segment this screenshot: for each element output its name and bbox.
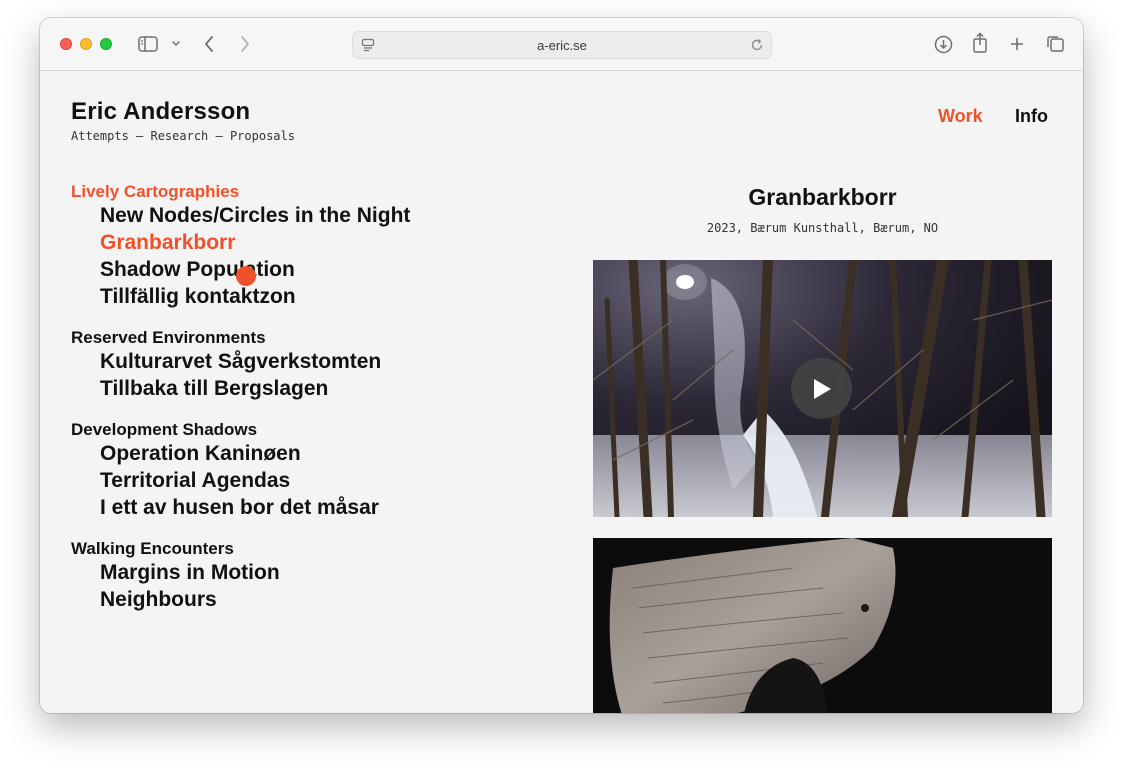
project-video[interactable]	[593, 260, 1052, 517]
chevron-left-icon[interactable]	[200, 33, 218, 55]
menu-group-lively-cartographies: Lively Cartographies New Nodes/Circles i…	[71, 182, 551, 310]
web-page: Eric Andersson Attempts – Research – Pro…	[40, 72, 1083, 713]
project-menu: Lively Cartographies New Nodes/Circles i…	[71, 182, 551, 631]
nav-info-link[interactable]: Info	[1015, 106, 1048, 127]
menu-group-walking-encounters: Walking Encounters Margins in Motion Nei…	[71, 539, 551, 613]
chevron-down-icon[interactable]	[170, 33, 182, 55]
menu-item-margins-in-motion[interactable]: Margins in Motion	[100, 559, 551, 586]
sidebar-icon[interactable]	[137, 33, 159, 55]
nav-work-link[interactable]: Work	[938, 106, 983, 127]
menu-group-development-shadows: Development Shadows Operation Kaninøen T…	[71, 420, 551, 521]
menu-group-reserved-environments: Reserved Environments Kulturarvet Sågver…	[71, 328, 551, 402]
plus-icon[interactable]	[1008, 33, 1026, 55]
project-meta: 2023, Bærum Kunsthall, Bærum, NO	[706, 221, 939, 235]
project-title: Granbarkborr	[748, 184, 897, 210]
menu-item-shadow-population[interactable]: Shadow Population	[100, 256, 551, 283]
share-icon[interactable]	[971, 31, 989, 53]
menu-item-neighbours[interactable]: Neighbours	[100, 586, 551, 613]
menu-item-territorial-agendas[interactable]: Territorial Agendas	[100, 467, 551, 494]
menu-group-title[interactable]: Lively Cartographies	[71, 182, 551, 202]
address-bar[interactable]: a-eric.se	[352, 31, 772, 59]
project-image[interactable]	[593, 538, 1052, 713]
menu-group-title[interactable]: Development Shadows	[71, 420, 551, 440]
menu-group-title[interactable]: Reserved Environments	[71, 328, 551, 348]
browser-toolbar: a-eric.se	[40, 18, 1083, 71]
menu-item-tillbaka-till-bergslagen[interactable]: Tillbaka till Bergslagen	[100, 375, 551, 402]
menu-item-i-ett-av-husen[interactable]: I ett av husen bor det måsar	[100, 494, 551, 521]
menu-item-tillfallig-kontaktzon[interactable]: Tillfällig kontaktzon	[100, 283, 551, 310]
chevron-right-icon[interactable]	[236, 33, 254, 55]
menu-item-operation-kaninoen[interactable]: Operation Kaninøen	[100, 440, 551, 467]
download-icon[interactable]	[933, 33, 953, 55]
menu-item-kulturarvet[interactable]: Kulturarvet Sågverkstomten	[100, 348, 551, 375]
play-button[interactable]	[791, 358, 852, 419]
maximize-window-button[interactable]	[100, 38, 112, 50]
menu-item-new-nodes[interactable]: New Nodes/Circles in the Night	[100, 202, 551, 229]
cursor-indicator	[236, 266, 256, 286]
browser-window: a-eric.se Eric Andersson Attempts – Rese…	[40, 18, 1083, 713]
menu-group-title[interactable]: Walking Encounters	[71, 539, 551, 559]
close-window-button[interactable]	[60, 38, 72, 50]
tab-overview-icon[interactable]	[1045, 33, 1065, 55]
minimize-window-button[interactable]	[80, 38, 92, 50]
address-url[interactable]: a-eric.se	[353, 38, 771, 53]
menu-item-granbarkborr[interactable]: Granbarkborr	[100, 229, 551, 256]
reload-icon[interactable]	[750, 38, 764, 57]
site-title[interactable]: Eric Andersson	[71, 98, 250, 126]
site-tagline: Attempts – Research – Proposals	[71, 129, 295, 143]
